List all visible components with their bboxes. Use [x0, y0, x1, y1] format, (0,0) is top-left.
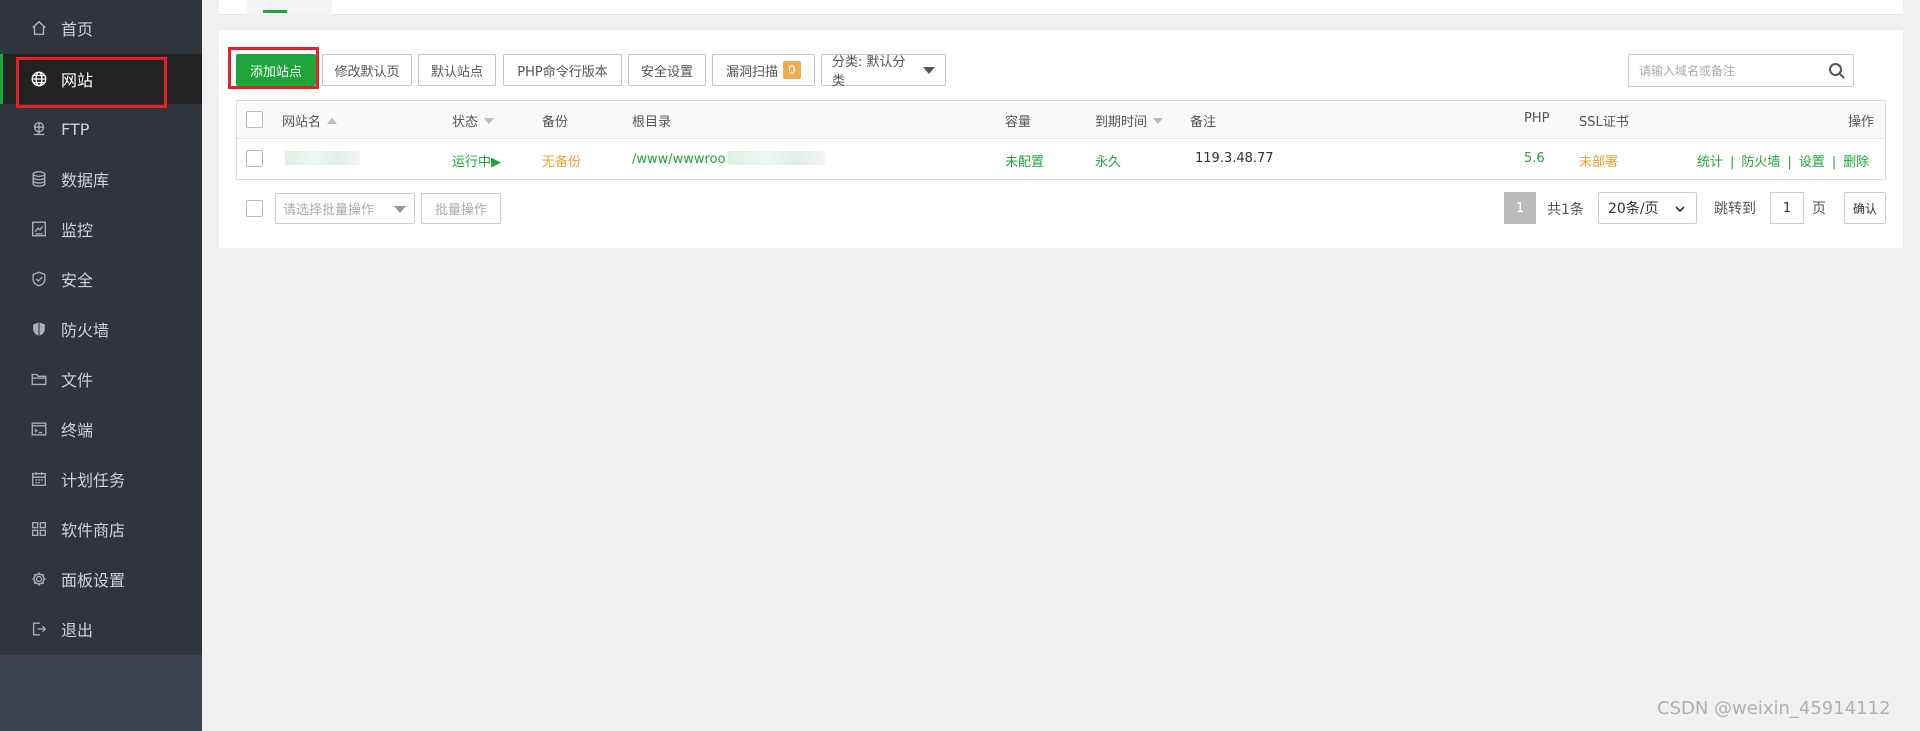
header-backup: 备份 — [542, 115, 569, 130]
search-icon[interactable] — [1827, 61, 1847, 81]
header-php: PHP — [1524, 111, 1550, 126]
table-header: 网站名 状态 备份 根目录 容量 到期时间 备注 PHP SSL证书 操作 — [237, 101, 1885, 139]
page-size-select[interactable]: 20条/页 — [1598, 192, 1697, 224]
header-remark: 备注 — [1190, 115, 1217, 130]
jump-page-input[interactable]: 1 — [1770, 192, 1804, 224]
default-site-button[interactable]: 默认站点 — [418, 54, 496, 86]
header-ssl: SSL证书 — [1579, 115, 1629, 130]
sort-down-icon — [1153, 118, 1164, 124]
security-settings-button[interactable]: 安全设置 — [628, 54, 706, 86]
sidebar-item-ftp[interactable]: FTP — [0, 104, 202, 154]
sidebar-item-website[interactable]: 网站 — [0, 54, 202, 104]
category-label: 分类: 默认分类 — [832, 55, 906, 89]
sidebar-item-monitor[interactable]: 监控 — [0, 204, 202, 254]
header-capacity: 容量 — [1005, 115, 1032, 130]
expire-value[interactable]: 永久 — [1095, 151, 1121, 170]
sidebar-item-database[interactable]: 数据库 — [0, 154, 202, 204]
globe-icon — [29, 69, 49, 89]
redacted-block — [727, 151, 825, 165]
jump-confirm-button[interactable]: 确认 — [1844, 192, 1886, 224]
table-row: 运行中▶ 无备份 /www/wwwroo 未配置 永久 119.3.48.77 … — [237, 140, 1885, 180]
batch-operation-select[interactable]: 请选择批量操作 — [275, 193, 415, 224]
chevron-down-icon — [923, 66, 935, 74]
sidebar-item-cron[interactable]: 计划任务 — [0, 454, 202, 504]
sidebar-item-logout[interactable]: 退出 — [0, 604, 202, 654]
php-cli-version-button[interactable]: PHP命令行版本 — [503, 54, 622, 86]
pagination-total: 共1条 — [1547, 202, 1584, 218]
apps-icon — [29, 519, 49, 539]
header-status[interactable]: 状态 — [452, 111, 495, 130]
ssl-status[interactable]: 未部署 — [1579, 151, 1618, 170]
sort-down-icon — [484, 118, 495, 124]
batch-operation-button[interactable]: 批量操作 — [421, 193, 501, 224]
folder-icon — [29, 369, 49, 389]
sidebar: 首页 网站 FTP 数据库 监控 安全 防火墙 文件 终端 计划任务 软件商店 … — [0, 0, 202, 731]
capacity-value[interactable]: 未配置 — [1005, 151, 1044, 170]
pagination-current-page[interactable]: 1 — [1504, 192, 1536, 224]
header-expire[interactable]: 到期时间 — [1095, 111, 1164, 130]
watermark: CSDN @weixin_45914112 — [1657, 698, 1891, 719]
vuln-count-badge: 0 — [783, 61, 801, 79]
sidebar-item-files[interactable]: 文件 — [0, 354, 202, 404]
action-delete-link[interactable]: 删除 — [1843, 155, 1869, 170]
firewall-icon — [29, 319, 49, 339]
vuln-scan-button[interactable]: 漏洞扫描 0 — [712, 54, 815, 86]
calendar-icon — [29, 469, 49, 489]
row-checkbox[interactable] — [246, 150, 263, 167]
monitor-icon — [29, 219, 49, 239]
action-stats-link[interactable]: 统计 — [1697, 155, 1723, 170]
home-icon — [29, 18, 49, 38]
row-actions: 统计 | 防火墙 | 设置 | 删除 — [1697, 155, 1870, 170]
search-box — [1628, 54, 1854, 87]
header-root: 根目录 — [632, 115, 672, 130]
sidebar-item-app-store[interactable]: 软件商店 — [0, 504, 202, 554]
category-select[interactable]: 分类: 默认分类 — [821, 54, 946, 89]
header-actions: 操作 — [1848, 115, 1875, 130]
php-version[interactable]: 5.6 — [1524, 151, 1545, 166]
root-path[interactable]: /www/wwwroo — [632, 151, 825, 167]
status-running[interactable]: 运行中▶ — [452, 151, 501, 170]
remark-value[interactable]: 119.3.48.77 — [1195, 151, 1274, 166]
page-unit-label: 页 — [1812, 201, 1826, 217]
site-panel: 添加站点 修改默认页 默认站点 PHP命令行版本 安全设置 漏洞扫描 0 分类:… — [219, 30, 1903, 248]
top-tab-strip — [219, 0, 1903, 15]
site-name-redacted[interactable] — [285, 151, 360, 167]
edit-default-page-button[interactable]: 修改默认页 — [322, 54, 412, 86]
terminal-icon — [29, 419, 49, 439]
active-indicator — [0, 54, 3, 104]
action-settings-link[interactable]: 设置 — [1799, 155, 1825, 170]
action-firewall-link[interactable]: 防火墙 — [1741, 155, 1780, 170]
sidebar-item-panel-settings[interactable]: 面板设置 — [0, 554, 202, 604]
sidebar-menu: 首页 网站 FTP 数据库 监控 安全 防火墙 文件 终端 计划任务 软件商店 … — [0, 0, 202, 655]
chevron-down-icon — [1674, 203, 1686, 215]
gear-icon — [29, 569, 49, 589]
tab-underline — [263, 10, 287, 13]
header-name[interactable]: 网站名 — [282, 111, 338, 130]
jump-to-label: 跳转到 — [1714, 201, 1756, 217]
bottom-select-all-checkbox[interactable] — [246, 200, 263, 217]
sidebar-item-terminal[interactable]: 终端 — [0, 404, 202, 454]
database-icon — [29, 169, 49, 189]
select-all-checkbox[interactable] — [246, 111, 263, 128]
search-input[interactable] — [1629, 55, 1825, 86]
ftp-icon — [29, 119, 49, 139]
backup-status[interactable]: 无备份 — [542, 151, 581, 170]
redacted-block — [285, 151, 360, 165]
logout-icon — [29, 619, 49, 639]
sort-up-icon — [327, 118, 338, 124]
sidebar-item-firewall[interactable]: 防火墙 — [0, 304, 202, 354]
site-table: 网站名 状态 备份 根目录 容量 到期时间 备注 PHP SSL证书 操作 运行… — [236, 100, 1886, 180]
shield-icon — [29, 269, 49, 289]
tab-active[interactable] — [247, 0, 332, 15]
chevron-down-icon — [394, 206, 406, 213]
sidebar-item-home[interactable]: 首页 — [0, 3, 202, 53]
add-site-button[interactable]: 添加站点 — [236, 54, 316, 86]
sidebar-item-security[interactable]: 安全 — [0, 254, 202, 304]
vuln-scan-label: 漏洞扫描 — [725, 64, 778, 80]
